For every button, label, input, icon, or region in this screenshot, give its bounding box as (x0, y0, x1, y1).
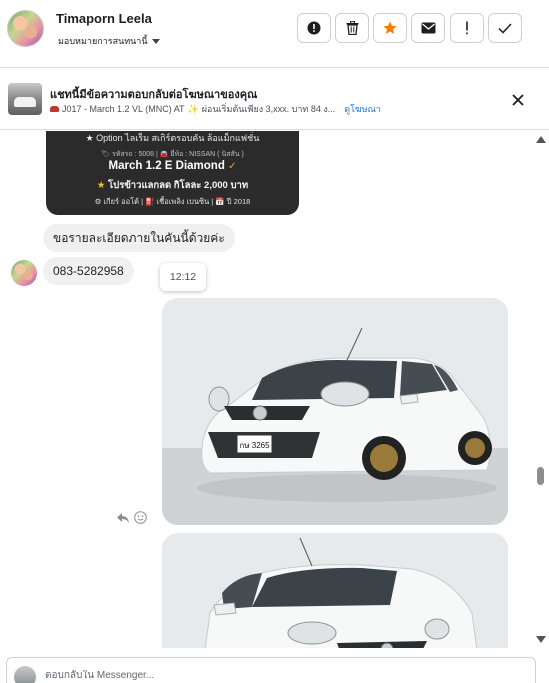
contact-name[interactable]: Timaporn Leela (56, 11, 152, 26)
star-button[interactable] (373, 13, 407, 43)
reply-input[interactable] (45, 670, 515, 681)
scroll-up-arrow-icon[interactable] (536, 136, 546, 143)
view-ad-link[interactable]: ดูโฆษณา (344, 102, 381, 116)
promo-offer-row: ★ โปรข้าวแลกลด กิโลละ 2,000 บาท (46, 178, 299, 193)
smiley-icon[interactable] (134, 511, 147, 524)
ad-subtitle-detail: ผ่อนเริ่มต้นเพียง 3,xxx. บาท 84 ง... (201, 104, 336, 114)
thread-scrollbar[interactable] (533, 131, 549, 648)
reply-icon[interactable] (116, 512, 130, 524)
promo-card-image[interactable]: ★ Option ไลเร็ม สเกิร์ตรอบคัน ล้อแม็กแฟช… (46, 131, 299, 215)
scroll-down-arrow-icon[interactable] (536, 636, 546, 643)
mark-unread-button[interactable] (411, 13, 445, 43)
promo-specs-text: ⚙ เกียร์ ออโต้ | ⛽ เชื้อเพลิง เบนซิน | 📅… (94, 197, 251, 206)
star-icon: ★ (96, 180, 106, 191)
ad-thumbnail[interactable] (8, 83, 42, 115)
close-icon[interactable] (510, 92, 526, 108)
conversation-header: Timaporn Leela มอบหมายการสนทนานี้ (0, 0, 549, 68)
contact-avatar[interactable] (7, 10, 44, 47)
verified-check-icon: ✓ (228, 161, 237, 172)
checkmark-icon (498, 22, 512, 34)
ad-banner-subtitle-row: J017 - March 1.2 VL (MNC) AT ✨ ผ่อนเริ่ม… (50, 102, 381, 116)
page-avatar (14, 666, 36, 683)
assign-conversation-dropdown[interactable]: มอบหมายการสนทนานี้ (58, 34, 160, 48)
delete-button[interactable] (335, 13, 369, 43)
car-photo[interactable]: กษ 3265 (162, 298, 508, 525)
trash-icon (346, 21, 358, 35)
caret-down-icon (151, 38, 160, 44)
message-bubble[interactable]: ขอรายละเอียดภายในคันนี้ด้วยค่ะ (43, 224, 235, 252)
ad-reply-banner: แชทนี้มีข้อความตอบกลับต่อโฆษณาของคุณ J01… (0, 68, 549, 130)
follow-up-button[interactable] (450, 13, 484, 43)
message-bubble[interactable]: 083-5282958 (43, 257, 134, 285)
exclamation-circle-icon (307, 21, 321, 35)
promo-code-text: 🏷 รหัสรถ : 5008 | 🚘 ยี่ห้อ : NISSAN ( นิ… (101, 151, 244, 158)
scrollbar-thumb[interactable] (537, 467, 544, 485)
ad-subtitle: J017 - March 1.2 VL (MNC) AT (62, 104, 185, 114)
assign-label: มอบหมายการสนทนานี้ (58, 36, 148, 46)
promo-options-text: ★ Option ไลเร็ม สเกิร์ตรอบคัน ล้อแม็กแฟช… (85, 133, 260, 143)
envelope-icon (421, 22, 435, 34)
spam-alert-button[interactable] (297, 13, 331, 43)
message-reactions-toolbar (116, 511, 147, 524)
message-thread[interactable]: ★ Option ไลเร็ม สเกิร์ตรอบคัน ล้อแม็กแฟช… (0, 131, 533, 648)
exclamation-icon (466, 21, 468, 35)
car-icon (50, 106, 59, 112)
promo-offer-text: โปรข้าวแลกลด กิโลละ 2,000 บาท (108, 180, 249, 191)
message-text: ขอรายละเอียดภายในคันนี้ด้วยค่ะ (53, 230, 225, 245)
timestamp-tooltip: 12:12 (160, 263, 206, 291)
car-photo-image (162, 533, 508, 648)
car-photo[interactable] (162, 533, 508, 648)
ad-banner-title: แชทนี้มีข้อความตอบกลับต่อโฆษณาของคุณ (50, 89, 258, 101)
star-icon (383, 21, 397, 34)
license-plate-text: กษ 3265 (239, 441, 270, 450)
promo-model-title: March 1.2 E Diamond ✓ (46, 160, 299, 172)
promo-model-name: March 1.2 E Diamond (108, 160, 225, 172)
car-photo-image: กษ 3265 (162, 298, 508, 525)
sparkle-icon: ✨ (187, 103, 199, 114)
timestamp-text: 12:12 (169, 271, 197, 283)
message-text: 083-5282958 (53, 264, 124, 278)
reply-composer[interactable] (6, 657, 536, 683)
sender-avatar[interactable] (11, 260, 37, 286)
mark-done-button[interactable] (488, 13, 522, 43)
